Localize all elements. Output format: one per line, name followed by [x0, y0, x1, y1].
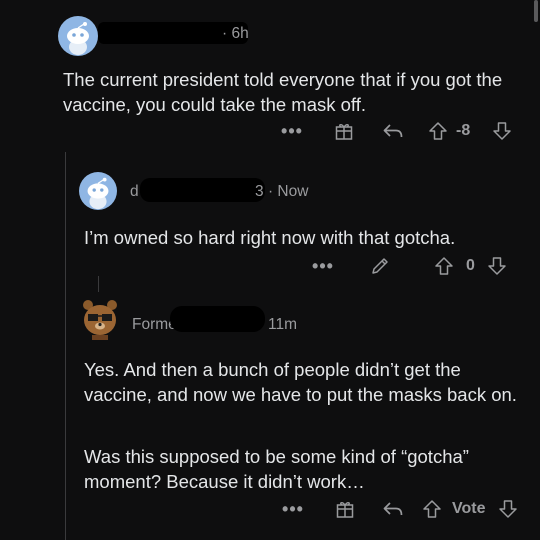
comment-body: I’m owned so hard right now with that go…: [84, 227, 456, 248]
upvote-arrow-icon: [435, 257, 453, 275]
avatar[interactable]: [58, 16, 98, 56]
vote-score: -8: [456, 122, 471, 139]
downvote-button[interactable]: [491, 118, 513, 144]
vote-score: 0: [466, 257, 475, 274]
comment-body-paragraph-1: Yes. And then a bunch of people didn’t g…: [84, 359, 517, 405]
comment-actions: ••• -8: [0, 118, 540, 144]
snoo-avatar-icon: [67, 22, 89, 55]
avatar[interactable]: [80, 298, 120, 340]
edit-button[interactable]: [368, 253, 392, 279]
reply-arrow-icon: [383, 502, 403, 516]
downvote-button[interactable]: [486, 253, 508, 279]
comment-actions: ••• 0: [0, 253, 540, 279]
upvote-button[interactable]: [427, 118, 449, 144]
more-options-icon: •••: [312, 256, 334, 276]
upvote-arrow-icon: [423, 500, 441, 518]
comment-body: The current president told everyone that…: [63, 69, 503, 115]
redacted-username: [140, 178, 265, 202]
downvote-button[interactable]: [497, 496, 519, 522]
more-options-button[interactable]: •••: [312, 253, 334, 279]
upvote-button[interactable]: [421, 496, 443, 522]
vote-label[interactable]: Vote: [452, 496, 485, 522]
timestamp: 11m: [268, 316, 298, 333]
downvote-arrow-icon: [488, 257, 506, 275]
comment-meta: · 6h: [222, 25, 249, 43]
bear-avatar-icon: [83, 300, 117, 340]
more-options-button[interactable]: •••: [282, 496, 304, 522]
thread-line[interactable]: [65, 152, 66, 540]
reply-button[interactable]: [380, 496, 406, 522]
comment-body-paragraph-2: Was this supposed to be some kind of “go…: [84, 446, 469, 492]
comment-meta: 3 · Now: [255, 183, 308, 201]
username-fragment[interactable]: d: [130, 183, 139, 201]
meta-separator: ·: [222, 25, 228, 42]
upvote-arrow-icon: [429, 122, 447, 140]
reply-button[interactable]: [380, 118, 406, 144]
more-options-icon: •••: [281, 121, 303, 141]
award-button[interactable]: [332, 118, 356, 144]
snoo-avatar-icon: [87, 177, 109, 210]
more-options-icon: •••: [282, 499, 304, 519]
more-options-button[interactable]: •••: [281, 118, 303, 144]
timestamp: Now: [277, 183, 309, 200]
downvote-arrow-icon: [499, 500, 517, 518]
award-gift-icon: [336, 502, 354, 518]
redacted-username: [170, 306, 265, 332]
award-gift-icon: [335, 124, 353, 140]
reply-arrow-icon: [383, 124, 403, 138]
avatar[interactable]: [79, 172, 117, 210]
comment-thread: · 6h The current president told everyone…: [0, 0, 540, 540]
scrollbar[interactable]: [534, 0, 538, 22]
comment-actions: ••• Vote: [0, 496, 540, 522]
award-button[interactable]: [333, 496, 357, 522]
upvote-button[interactable]: [433, 253, 455, 279]
username-suffix: 3: [255, 183, 264, 200]
meta-separator: ·: [267, 183, 274, 200]
edit-pencil-icon: [372, 258, 388, 274]
timestamp: 6h: [231, 25, 249, 42]
downvote-arrow-icon: [493, 122, 511, 140]
